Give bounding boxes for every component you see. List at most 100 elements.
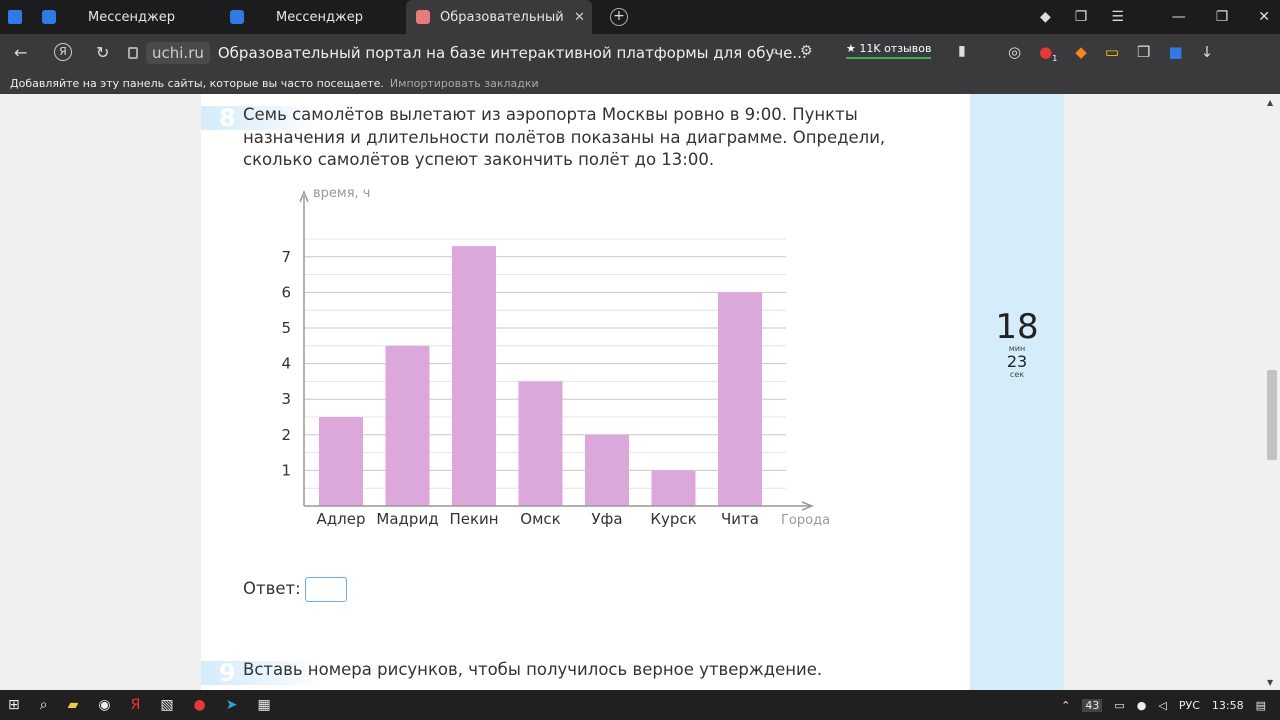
tab-title: Образовательный порт	[440, 9, 566, 25]
menu-icon[interactable]: ☰	[1111, 9, 1124, 25]
y-tick-label: 3	[281, 390, 291, 408]
bar-5	[585, 434, 629, 506]
x-tick-label: Пекин	[449, 510, 498, 528]
uchi-icon	[416, 10, 430, 24]
chart-bars	[319, 246, 762, 506]
media-icon[interactable]: ◉	[98, 697, 110, 713]
os-taskbar: ⊞ ⌕ ▰ ◉ Я ▧ ● ➤ ▦ ⌃ 43 ▭ ● ◁ РУС 13:58 ▤	[0, 690, 1280, 720]
microphone-icon[interactable]: ●	[1137, 699, 1147, 712]
browser-menu-icon[interactable]	[8, 10, 22, 24]
browser-active-icon[interactable]: ●	[194, 697, 206, 713]
bar-4	[518, 381, 563, 506]
page-scrollbar[interactable]: ▲ ▼	[1264, 94, 1280, 690]
question-8-text: Семь самолётов вылетают из аэропорта Мос…	[243, 105, 886, 169]
close-tab-icon[interactable]: ✕	[574, 10, 585, 25]
download-icon[interactable]: ↓	[1201, 43, 1214, 63]
restore-icon[interactable]: ❐	[1216, 9, 1229, 25]
language-indicator[interactable]: РУС	[1179, 699, 1200, 712]
search-icon[interactable]: ⌕	[770, 43, 778, 59]
answer-label: Ответ:	[243, 579, 301, 598]
yandex-icon[interactable]: Я	[54, 43, 72, 61]
x-tick-label: Омск	[520, 510, 560, 528]
x-tick-label: Уфа	[591, 510, 622, 528]
bar-2	[385, 345, 430, 506]
bookmarks-bar: Добавляйте на эту панель сайты, которые …	[0, 72, 1280, 94]
y-tick-label: 2	[281, 426, 291, 444]
tab-uchi[interactable]: Образовательный порт ✕	[406, 0, 592, 34]
photos-icon[interactable]: ▧	[160, 697, 173, 713]
telegram-icon[interactable]: ➤	[226, 697, 238, 713]
y-tick-label: 7	[281, 248, 291, 266]
address-bar[interactable]: uchi.ru Образовательный портал на базе и…	[128, 39, 938, 67]
notifications-icon[interactable]: ▤	[1256, 699, 1266, 712]
y-tick-label: 5	[281, 319, 291, 337]
tab-title: Мессенджер	[88, 9, 175, 25]
y-tick-label: 4	[281, 355, 291, 373]
navigation-bar: ← Я ↻ uchi.ru Образовательный портал на …	[0, 34, 1280, 72]
page-viewport: 8 Семь самолётов вылетают из аэропорта М…	[0, 94, 1280, 690]
windows-start-icon[interactable]: ⊞	[8, 697, 20, 713]
tab-strip: Мессенджер Мессенджер Образовательный по…	[0, 0, 1280, 34]
minimize-icon[interactable]: —	[1172, 9, 1186, 25]
profile-icon[interactable]: ■	[1168, 43, 1182, 63]
collections-icon[interactable]: ❐	[1075, 9, 1088, 25]
fox-icon[interactable]: ◆	[1075, 43, 1087, 63]
timer: 18 мин 23 сек	[970, 309, 1064, 379]
battery-icon[interactable]: ▭	[1105, 43, 1119, 63]
x-tick-label: Курск	[650, 510, 696, 528]
extension-icon[interactable]: ⚙	[800, 43, 813, 59]
taskbar-apps: ⊞ ⌕ ▰ ◉ Я ▧ ● ➤ ▦	[8, 690, 271, 720]
clock[interactable]: 13:58	[1212, 699, 1244, 712]
import-bookmarks-link[interactable]: Импортировать закладки	[390, 77, 539, 90]
x-tick-label: Мадрид	[376, 510, 438, 528]
bookmark-icon[interactable]: ▮	[958, 43, 966, 59]
answer-input[interactable]	[305, 577, 347, 602]
timer-sec-label: сек	[1009, 370, 1025, 379]
bar-1	[319, 417, 363, 506]
tab-tools: ◆ ❐ ☰	[1040, 0, 1124, 34]
bar-6	[651, 470, 696, 506]
tab-messenger-2[interactable]: Мессенджер	[222, 0, 412, 34]
lock-icon	[128, 47, 138, 59]
y-axis-label: время, ч	[313, 186, 370, 201]
sidebar-icon[interactable]: ❒	[1137, 43, 1150, 63]
chart-x-ticks: Адлер Мадрид Пекин Омск Уфа Курск Чита	[317, 510, 759, 528]
scroll-down-icon[interactable]: ▼	[1267, 678, 1273, 687]
x-tick-label: Адлер	[317, 510, 366, 528]
scroll-thumb[interactable]	[1267, 370, 1277, 460]
bar-3	[452, 246, 496, 506]
scroll-up-icon[interactable]: ▲	[1267, 98, 1273, 107]
bookmarks-hint: Добавляйте на эту панель сайты, которые …	[10, 76, 384, 90]
bar-7	[718, 292, 762, 506]
messenger-icon	[230, 10, 244, 24]
url-domain: uchi.ru	[146, 42, 210, 64]
reviews-badge[interactable]: ★ 11K отзывов	[846, 42, 932, 59]
tab-title: Мессенджер	[276, 9, 363, 25]
new-tab-button[interactable]: +	[610, 8, 628, 26]
extension-icons: ◎ ●1 ◆ ▭ ❒ ■ ↓	[1008, 43, 1213, 63]
search-icon[interactable]: ⌕	[40, 697, 48, 713]
volume-icon[interactable]: ◁	[1158, 699, 1166, 712]
calculator-icon[interactable]: ▦	[258, 697, 271, 713]
url-page-title: Образовательный портал на базе интеракти…	[217, 44, 807, 62]
folder-icon[interactable]: ▰	[68, 697, 79, 713]
chart-y-ticks: 1 2 3 4 5 6 7	[281, 248, 291, 480]
games-icon[interactable]: ◆	[1040, 9, 1051, 25]
timer-seconds: 23	[1006, 352, 1028, 371]
globe-icon[interactable]: ◎	[1008, 43, 1021, 63]
back-icon[interactable]: ←	[14, 43, 27, 62]
ae-extension-icon[interactable]: ●1	[1039, 43, 1057, 63]
tray-badge: 43	[1082, 698, 1103, 712]
flight-duration-chart: 1 2 3 4 5 6 7 Адлер Мадрид Пекин Омск Уфа Курск Чита…	[281, 186, 830, 528]
x-tick-label: Чита	[721, 510, 759, 528]
system-tray: ⌃ 43 ▭ ● ◁ РУС 13:58 ▤	[1061, 690, 1266, 720]
timer-panel: 18 мин 23 сек	[970, 94, 1064, 690]
tab-messenger-1[interactable]: Мессенджер	[34, 0, 224, 34]
window-controls: — ❐ ✕	[1172, 0, 1270, 34]
yandex-browser-icon[interactable]: Я	[131, 697, 141, 713]
tray-expand-icon[interactable]: ⌃	[1061, 699, 1070, 712]
messenger-icon	[42, 10, 56, 24]
battery-icon[interactable]: ▭	[1114, 699, 1124, 712]
reload-icon[interactable]: ↻	[96, 43, 109, 62]
close-window-icon[interactable]: ✕	[1258, 9, 1270, 25]
